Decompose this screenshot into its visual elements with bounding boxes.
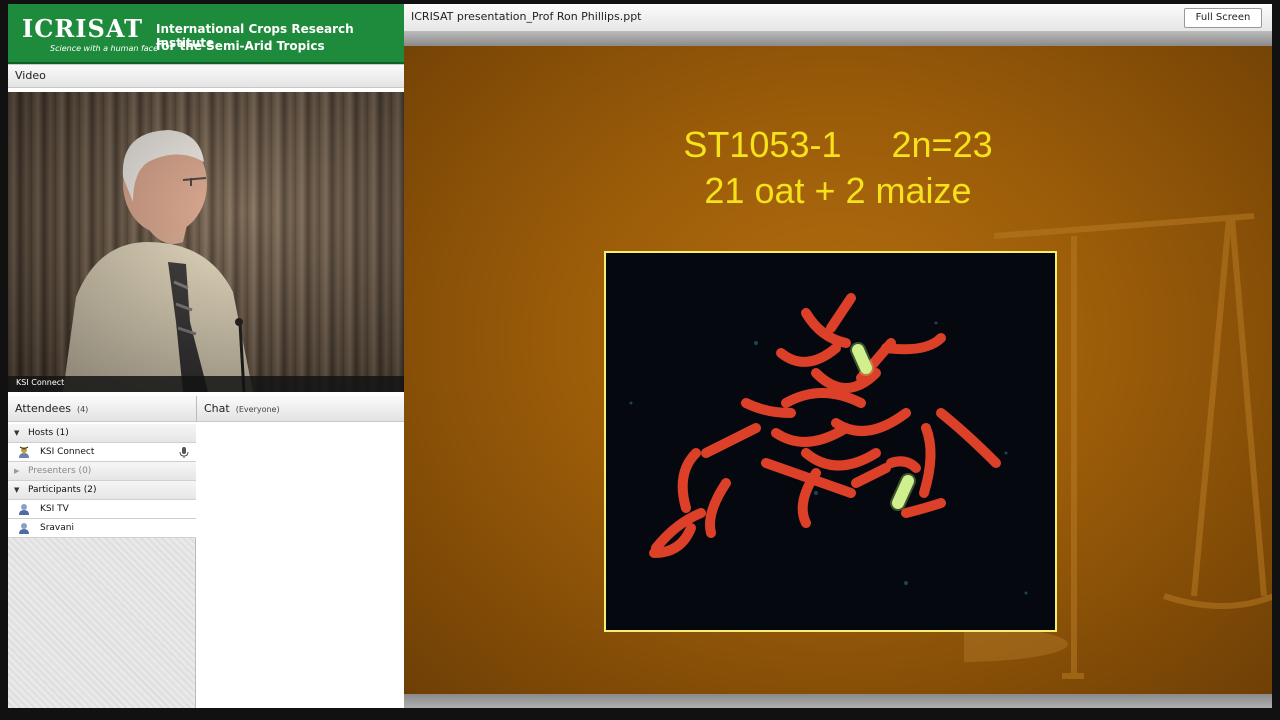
slide-heading-line2: 21 oat + 2 maize — [704, 170, 972, 211]
user-icon — [19, 523, 29, 534]
chromosome-spread — [629, 293, 1028, 595]
attendees-pod-title: Attendees — [15, 402, 71, 415]
video-caption: KSI Connect — [16, 378, 65, 387]
group-label: Participants (2) — [28, 485, 97, 495]
left-panel: ICRISAT Science with a human face Intern… — [8, 4, 404, 708]
expand-triangle-icon[interactable]: ▼ — [14, 424, 19, 443]
attendee-list: ▼ Hosts (1) KSI Connect ▶ Presenters (0)… — [8, 424, 196, 708]
video-pod-header[interactable]: Video — [8, 64, 404, 88]
presentation-title: ICRISAT presentation_Prof Ron Phillips.p… — [411, 10, 642, 23]
chat-scope: (Everyone) — [235, 405, 280, 414]
collapse-triangle-icon[interactable]: ▶ — [14, 462, 19, 481]
share-pod-header: ICRISAT presentation_Prof Ron Phillips.p… — [404, 4, 1272, 32]
chat-message-area[interactable] — [196, 424, 404, 708]
chromosome-micrograph — [604, 251, 1057, 632]
attendee-name: KSI TV — [40, 504, 69, 514]
slide-heading-line1: ST1053-1 2n=23 — [683, 124, 993, 165]
org-name-line2: for the Semi-Arid Tropics — [156, 39, 325, 53]
attendee-row[interactable]: Sravani — [8, 519, 196, 538]
chat-pod-header[interactable]: Chat (Everyone) — [196, 396, 404, 422]
attendee-name: KSI Connect — [40, 447, 95, 457]
attendee-group-participants[interactable]: ▼ Participants (2) — [8, 481, 196, 500]
icrisat-logo-tagline: Science with a human face — [50, 44, 159, 53]
slide-status-strip — [404, 694, 1272, 708]
microphone-icon[interactable] — [178, 446, 190, 458]
attendee-group-hosts[interactable]: ▼ Hosts (1) — [8, 424, 196, 443]
group-label: Hosts (1) — [28, 428, 69, 438]
icrisat-logo-mark: ICRISAT — [22, 14, 143, 43]
video-caption-bar: KSI Connect — [8, 376, 404, 392]
full-screen-button[interactable]: Full Screen — [1184, 8, 1262, 28]
attendee-row[interactable]: KSI Connect — [8, 443, 196, 462]
group-label: Presenters (0) — [28, 466, 92, 476]
attendee-row[interactable]: KSI TV — [8, 500, 196, 519]
video-feed[interactable]: KSI Connect — [8, 92, 404, 392]
attendee-name: Sravani — [40, 523, 74, 533]
icrisat-logo-banner: ICRISAT Science with a human face Intern… — [8, 4, 404, 64]
slide-toolbar-strip — [404, 32, 1272, 46]
user-icon — [19, 504, 29, 515]
chat-pod-title: Chat — [204, 402, 230, 415]
presentation-slide[interactable]: ST1053-1 2n=23 21 oat + 2 maize — [404, 46, 1272, 694]
attendee-group-presenters[interactable]: ▶ Presenters (0) — [8, 462, 196, 481]
attendees-count: (4) — [76, 405, 89, 414]
host-icon — [19, 446, 29, 458]
video-pod-title: Video — [15, 69, 46, 82]
expand-triangle-icon[interactable]: ▼ — [14, 481, 19, 500]
attendees-pod-header[interactable]: Attendees (4) — [8, 396, 196, 422]
video-vignette — [8, 92, 404, 392]
